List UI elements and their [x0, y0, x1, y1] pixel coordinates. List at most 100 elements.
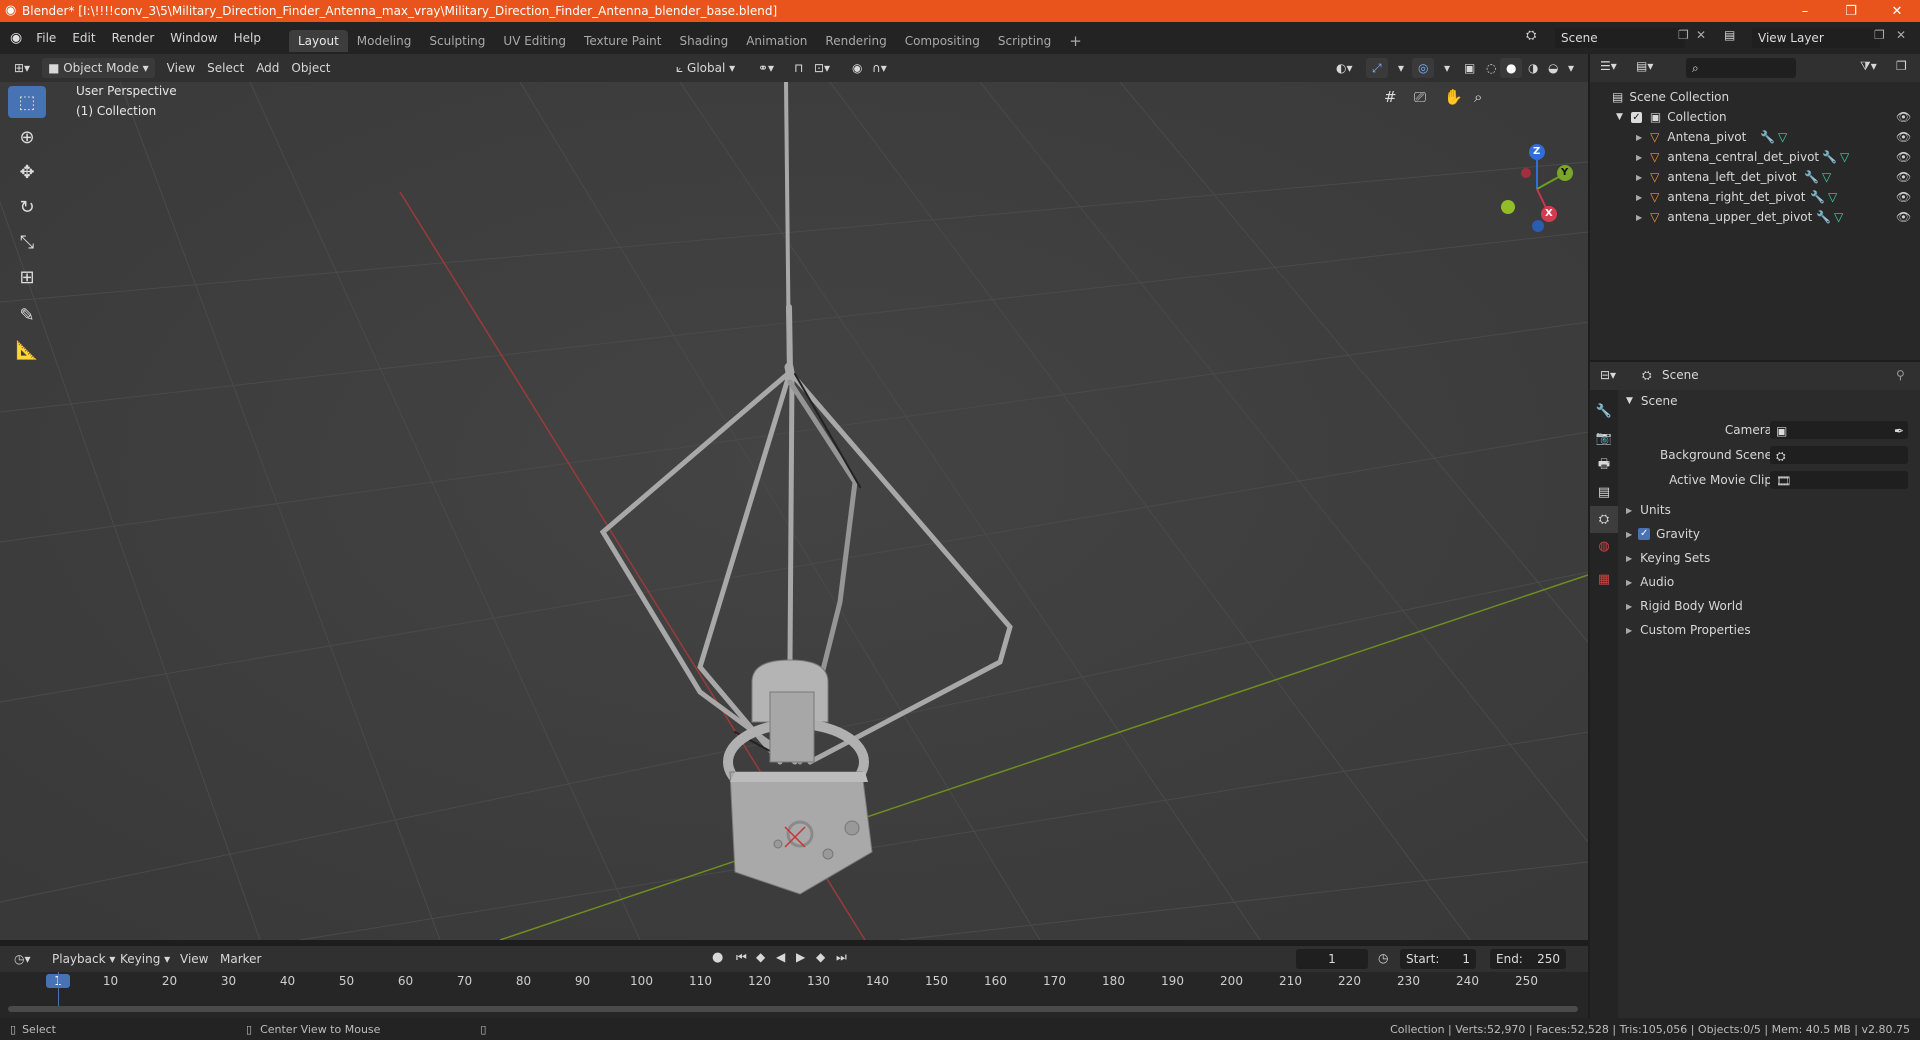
play-icon[interactable]: ▶: [796, 950, 805, 964]
pan-hand-icon[interactable]: ✋: [1444, 88, 1463, 106]
tab-animation[interactable]: Animation: [737, 30, 816, 52]
audio-panel-header[interactable]: ▶ Audio: [1618, 570, 1920, 594]
active-movie-clip-field[interactable]: 🎞: [1770, 471, 1908, 489]
tab-layout[interactable]: Layout: [288, 30, 348, 52]
xray-icon[interactable]: ▣: [1458, 58, 1481, 78]
custom-properties-panel-header[interactable]: ▶ Custom Properties: [1618, 618, 1920, 642]
toggle-grid-icon[interactable]: #: [1384, 88, 1397, 106]
collapse-arrow-icon[interactable]: ▶: [1636, 153, 1642, 162]
modifier-wrench-icon[interactable]: 🔧: [1760, 130, 1775, 144]
background-scene-field[interactable]: ⛭: [1770, 446, 1908, 464]
camera-field[interactable]: ▣ ✒: [1770, 421, 1908, 439]
gizmo-z-label[interactable]: Z: [1533, 146, 1540, 157]
rotate-tool-icon[interactable]: ↻: [8, 191, 46, 223]
collapse-arrow-icon[interactable]: ▶: [1636, 193, 1642, 202]
scene-tab-icon[interactable]: ⛭: [1590, 506, 1618, 533]
overlay-toggle-icon[interactable]: ◎: [1412, 58, 1435, 78]
jump-start-icon[interactable]: ⏮: [736, 950, 747, 965]
mode-dropdown[interactable]: ■ Object Mode ▾: [42, 58, 155, 78]
pin-icon[interactable]: ⚲: [1896, 368, 1905, 382]
collapse-arrow-icon[interactable]: ▶: [1636, 173, 1642, 182]
gravity-panel-header[interactable]: ▶ ✓ Gravity: [1618, 522, 1920, 546]
visibility-icon[interactable]: ◐▾: [1330, 58, 1359, 78]
tab-modeling[interactable]: Modeling: [348, 30, 421, 52]
world-tab-icon[interactable]: ◍: [1590, 533, 1618, 560]
tab-compositing[interactable]: Compositing: [896, 30, 989, 52]
menu-window[interactable]: Window: [162, 27, 225, 49]
move-tool-icon[interactable]: ✥: [8, 156, 46, 188]
next-keyframe-icon[interactable]: ◆: [816, 950, 825, 964]
properties-editor-type-icon[interactable]: ⊟▾: [1600, 368, 1616, 382]
keying-menu[interactable]: Keying ▾: [114, 949, 176, 969]
transform-tool-icon[interactable]: ⊞: [8, 261, 46, 293]
add-workspace-button[interactable]: +: [1060, 30, 1091, 52]
blender-menu-icon[interactable]: ◉: [10, 30, 22, 46]
new-view-layer-icon[interactable]: ❐: [1874, 28, 1885, 42]
orientation-dropdown[interactable]: ⟀ Global ▾: [670, 58, 741, 78]
mesh-data-icon[interactable]: ▽: [1834, 210, 1843, 224]
mesh-data-icon[interactable]: ▽: [1778, 130, 1787, 144]
outliner-row-object[interactable]: ▶ ▽ antena_left_det_pivot 🔧 ▽ 👁: [1590, 167, 1920, 187]
scale-tool-icon[interactable]: ⤡: [8, 226, 46, 258]
filter-icon[interactable]: ⧩▾: [1860, 59, 1877, 74]
tab-texture-paint[interactable]: Texture Paint: [575, 30, 670, 52]
jump-end-icon[interactable]: ⏭: [836, 950, 847, 965]
outliner-row-object[interactable]: ▶ ▽ antena_central_det_pivot 🔧 ▽ 👁: [1590, 147, 1920, 167]
collapse-arrow-icon[interactable]: ▶: [1636, 133, 1642, 142]
outliner-row-object[interactable]: ▶ ▽ antena_right_det_pivot 🔧 ▽ 👁: [1590, 187, 1920, 207]
gizmo-y-label[interactable]: Y: [1561, 167, 1568, 178]
marker-menu[interactable]: Marker: [214, 949, 267, 969]
timeline-view-menu[interactable]: View: [174, 949, 214, 969]
render-tab-icon[interactable]: 📷: [1590, 425, 1618, 452]
view-layer-selector[interactable]: View Layer: [1752, 28, 1880, 48]
delete-view-layer-icon[interactable]: ✕: [1896, 28, 1906, 42]
timeline-editor-type-icon[interactable]: ◷▾: [8, 949, 37, 969]
modifier-wrench-icon[interactable]: 🔧: [1810, 190, 1825, 204]
stopwatch-icon[interactable]: ◷: [1378, 951, 1388, 965]
gizmo-toggle-icon[interactable]: ⤢: [1366, 58, 1388, 78]
expand-arrow-icon[interactable]: ▼: [1616, 112, 1623, 122]
menu-add[interactable]: Add: [250, 58, 285, 78]
tab-scripting[interactable]: Scripting: [989, 30, 1060, 52]
modifier-wrench-icon[interactable]: 🔧: [1804, 170, 1819, 184]
outliner-row-scene-collection[interactable]: ▤ Scene Collection: [1590, 87, 1920, 107]
gizmo-dropdown-icon[interactable]: ▾: [1392, 58, 1410, 78]
falloff-icon[interactable]: ∩▾: [866, 58, 893, 78]
outliner-row-object[interactable]: ▶ ▽ antena_upper_det_pivot 🔧 ▽ 👁: [1590, 207, 1920, 227]
new-scene-icon[interactable]: ❐: [1678, 28, 1689, 42]
select-box-tool-icon[interactable]: ⬚: [8, 86, 46, 118]
eye-icon[interactable]: 👁: [1896, 150, 1911, 164]
menu-select[interactable]: Select: [201, 58, 250, 78]
new-collection-icon[interactable]: ❐: [1896, 59, 1907, 73]
eye-icon[interactable]: 👁: [1896, 190, 1911, 204]
delete-scene-icon[interactable]: ✕: [1696, 28, 1706, 42]
annotate-tool-icon[interactable]: ✎: [8, 299, 46, 331]
collapse-arrow-icon[interactable]: ▶: [1636, 213, 1642, 222]
timeline-scrollbar[interactable]: [8, 1006, 1578, 1012]
tab-shading[interactable]: Shading: [670, 30, 737, 52]
close-button[interactable]: ✕: [1874, 0, 1920, 22]
units-panel-header[interactable]: ▶ Units: [1618, 498, 1920, 522]
eye-icon[interactable]: 👁: [1896, 130, 1911, 144]
cursor-tool-icon[interactable]: ⊕: [8, 121, 46, 153]
gizmo-x-label[interactable]: X: [1545, 208, 1553, 219]
play-reverse-icon[interactable]: ◀: [776, 950, 785, 964]
eyedropper-icon[interactable]: ✒: [1894, 421, 1904, 441]
keying-sets-panel-header[interactable]: ▶ Keying Sets: [1618, 546, 1920, 570]
collection-checkbox[interactable]: ✓: [1630, 111, 1642, 123]
measure-tool-icon[interactable]: 📐: [8, 334, 46, 366]
prev-keyframe-icon[interactable]: ◆: [756, 950, 765, 964]
current-frame-field[interactable]: 1: [1296, 949, 1368, 969]
tab-sculpting[interactable]: Sculpting: [420, 30, 494, 52]
record-icon[interactable]: ●: [712, 950, 723, 965]
eye-icon[interactable]: 👁: [1896, 210, 1911, 224]
rigid-body-world-panel-header[interactable]: ▶ Rigid Body World: [1618, 594, 1920, 618]
outliner-row-object[interactable]: ▶ ▽ Antena_pivot 🔧 ▽ 👁: [1590, 127, 1920, 147]
end-frame-field[interactable]: End: 250: [1490, 949, 1566, 969]
scene-selector[interactable]: Scene: [1555, 28, 1685, 48]
3d-viewport[interactable]: Z Y X User Perspective (1) Collection # …: [0, 82, 1588, 940]
menu-edit[interactable]: Edit: [64, 27, 103, 49]
menu-view[interactable]: View: [161, 58, 201, 78]
tab-uv-editing[interactable]: UV Editing: [494, 30, 575, 52]
texture-tab-icon[interactable]: ▦: [1590, 566, 1618, 593]
